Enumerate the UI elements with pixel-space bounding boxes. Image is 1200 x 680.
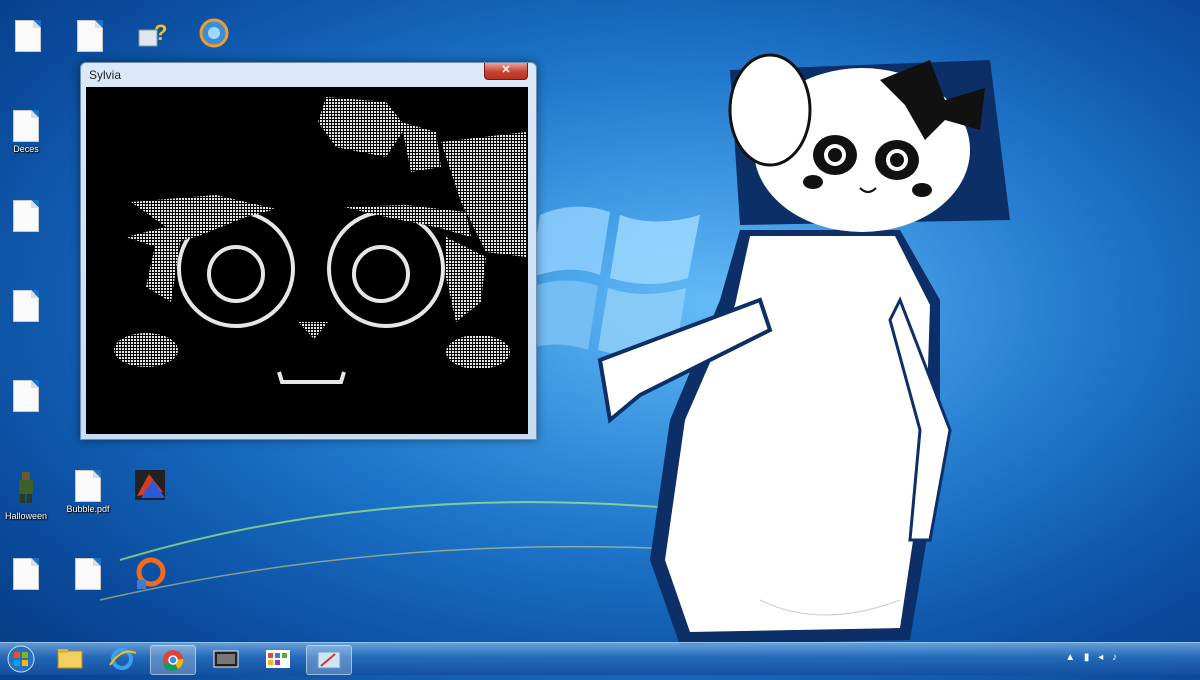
- file-icon: [13, 290, 39, 322]
- svg-text:?: ?: [154, 20, 167, 45]
- windows-start-icon: [7, 645, 35, 673]
- taskbar-internet-explorer-button[interactable]: [100, 645, 144, 673]
- app-icon: [136, 557, 166, 589]
- desktop-icon-file[interactable]: Deces: [0, 110, 56, 154]
- soldier-icon: [19, 472, 33, 503]
- start-button[interactable]: [4, 643, 38, 675]
- file-icon: [13, 200, 39, 232]
- taskbar: ▲ ▮ ◂ ♪: [0, 642, 1200, 675]
- desktop-icon-document[interactable]: [60, 20, 120, 54]
- taskbar-folder-button[interactable]: [48, 645, 92, 673]
- desktop-icon-file[interactable]: [0, 380, 56, 414]
- help-icon: ?: [138, 20, 167, 47]
- desktop-icon-document[interactable]: [0, 20, 58, 54]
- file-icon: [13, 380, 39, 412]
- globe-icon: [199, 18, 229, 48]
- desktop-icon-game[interactable]: Halloween: [0, 470, 56, 521]
- window-client-area: [86, 87, 528, 434]
- document-icon: [13, 558, 39, 590]
- taskbar-chrome-button[interactable]: [150, 645, 196, 675]
- taskbar-media-button[interactable]: [204, 645, 248, 673]
- calendar-icon: [266, 650, 290, 668]
- close-button[interactable]: ✕: [484, 63, 528, 80]
- document-icon: [77, 20, 103, 52]
- desktop-icon-file[interactable]: [0, 200, 56, 234]
- window-title: Sylvia: [89, 68, 122, 82]
- document-icon: [75, 470, 101, 502]
- ascii-face-image: [114, 97, 526, 384]
- file-icon: [13, 110, 39, 142]
- close-icon: ✕: [501, 64, 511, 76]
- desktop-icon-file[interactable]: [0, 290, 56, 324]
- chrome-icon: [163, 650, 184, 671]
- internet-explorer-icon: [109, 648, 137, 670]
- desktop-icon-document[interactable]: [0, 558, 56, 592]
- game-icon: [135, 470, 165, 500]
- taskbar-paint-button[interactable]: [306, 645, 352, 675]
- desktop-icon-document[interactable]: [58, 558, 118, 592]
- paint-icon: [317, 651, 341, 669]
- system-tray-icons[interactable]: ▲ ▮ ◂ ♪: [1065, 652, 1120, 663]
- taskbar-calendar-button[interactable]: [256, 645, 300, 673]
- document-icon: [75, 558, 101, 590]
- desktop-icon-network[interactable]: [184, 16, 244, 57]
- folder-icon: [57, 649, 83, 669]
- desktop-icon-app[interactable]: [120, 556, 180, 597]
- desktop-icon-game[interactable]: [120, 468, 180, 509]
- desktop-icon-help[interactable]: ?: [122, 18, 182, 57]
- desktop-icon-document[interactable]: Bubble.pdf: [58, 470, 118, 514]
- document-icon: [15, 20, 41, 52]
- media-icon: [213, 650, 239, 668]
- app-window[interactable]: Sylvia ✕: [80, 62, 537, 440]
